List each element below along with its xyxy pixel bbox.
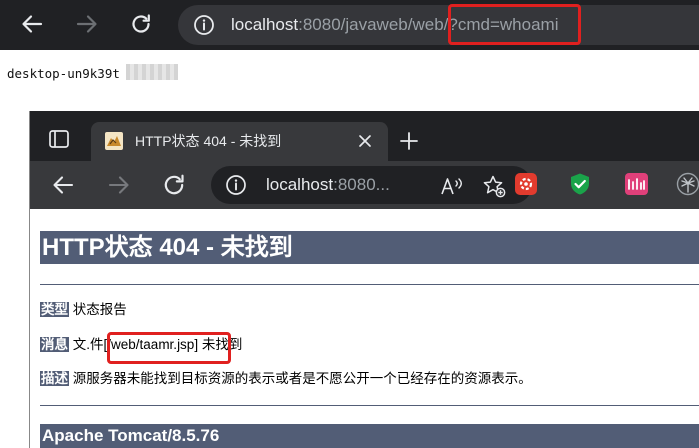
description-row: 描述 源服务器未能找到目标资源的表示或者是不愿公开一个已经存在的资源表示。 — [40, 370, 532, 388]
inner-url-host: localhost — [266, 175, 334, 194]
read-aloud-icon[interactable] — [440, 175, 464, 197]
description-label: 描述 — [40, 371, 69, 386]
tomcat-favicon-icon — [105, 132, 123, 150]
type-value: 状态报告 — [72, 302, 127, 317]
inner-url-rest: :8080... — [333, 175, 390, 194]
command-output: desktop-un9k39t — [7, 66, 120, 81]
message-path-highlight-box — [107, 332, 231, 364]
tab-title: HTTP状态 404 - 未找到 — [135, 133, 282, 149]
inner-browser-toolbar: localhost:8080... — [30, 161, 699, 209]
url-path: :8080/javaweb/web/ — [298, 15, 449, 34]
message-prefix: 文.件 — [72, 337, 104, 352]
back-button[interactable] — [16, 8, 48, 40]
inner-browser-window: HTTP状态 404 - 未找到 localhost:8080... HTTP状… — [29, 111, 699, 448]
address-bar[interactable]: localhost:8080/javaweb/web/?cmd=whoami — [178, 5, 699, 45]
outer-browser-toolbar: localhost:8080/javaweb/web/?cmd=whoami — [0, 0, 699, 50]
inner-url-text[interactable]: localhost:8080... — [266, 175, 390, 195]
palm-extension-icon[interactable] — [676, 172, 699, 196]
type-label: 类型 — [40, 302, 69, 317]
redacted-area — [126, 64, 178, 80]
description-value: 源服务器未能找到目标资源的表示或者是不愿公开一个已经存在的资源表示。 — [72, 371, 532, 386]
tab-strip: HTTP状态 404 - 未找到 — [30, 111, 699, 161]
arrow-left-icon[interactable] — [52, 174, 74, 196]
tab-actions-icon[interactable] — [48, 129, 70, 149]
arrow-right-icon[interactable] — [108, 174, 130, 196]
info-icon[interactable] — [193, 14, 215, 36]
close-icon[interactable] — [357, 133, 373, 149]
divider-bottom — [40, 405, 699, 406]
arrow-right-icon — [76, 15, 97, 33]
new-tab-plus-icon[interactable] — [399, 131, 419, 151]
info-icon[interactable] — [225, 174, 247, 196]
pink-extension-icon[interactable] — [625, 173, 648, 195]
reload-icon[interactable] — [162, 173, 186, 197]
inner-address-bar[interactable]: localhost:8080... — [211, 166, 532, 204]
red-gear-extension-icon[interactable] — [515, 173, 537, 195]
arrow-left-icon — [22, 15, 43, 33]
url-host: localhost — [231, 15, 299, 34]
green-shield-extension-icon[interactable] — [568, 172, 592, 196]
message-label: 消息 — [40, 337, 69, 352]
tomcat-error-page: HTTP状态 404 - 未找到 类型 状态报告 消息 文.件[/web/taa… — [30, 209, 699, 448]
url-query-highlight-box — [448, 4, 581, 45]
type-row: 类型 状态报告 — [40, 301, 127, 319]
forward-button[interactable] — [71, 8, 103, 40]
server-version-footer: Apache Tomcat/8.5.76 — [40, 424, 699, 448]
error-heading: HTTP状态 404 - 未找到 — [40, 231, 699, 264]
reload-button[interactable] — [125, 8, 157, 40]
add-favorite-icon[interactable] — [482, 174, 506, 198]
reload-icon — [132, 14, 150, 33]
active-tab[interactable]: HTTP状态 404 - 未找到 — [91, 122, 388, 161]
divider-top — [40, 284, 699, 285]
